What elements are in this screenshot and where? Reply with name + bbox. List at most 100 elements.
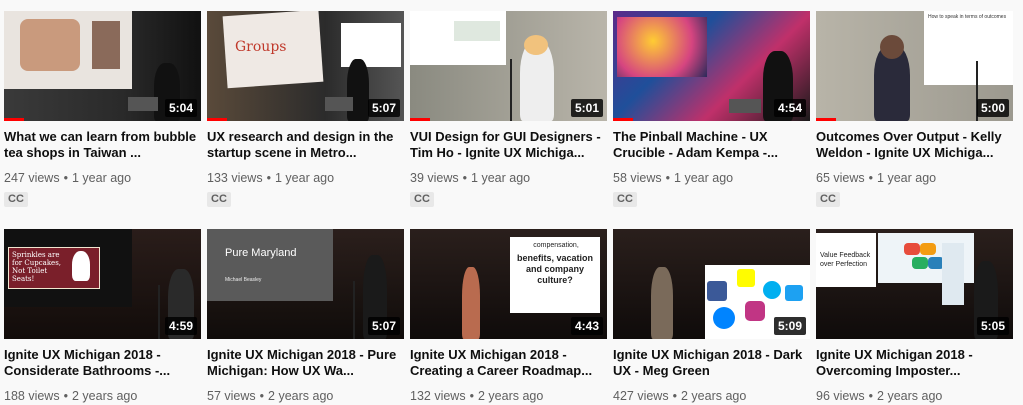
cc-badge: CC bbox=[613, 192, 637, 207]
video-grid: 5:04 What we can learn from bubble tea s… bbox=[0, 0, 1023, 405]
video-card[interactable]: compensation, benefits, vacation and com… bbox=[410, 229, 607, 404]
view-count: 39 views bbox=[410, 171, 459, 185]
video-meta: 57 views • 2 years ago bbox=[207, 388, 404, 404]
view-count: 247 views bbox=[4, 171, 60, 185]
slide-text: How to speak in terms of outcomes bbox=[928, 14, 1007, 20]
meta-separator: • bbox=[665, 171, 671, 185]
video-duration: 4:59 bbox=[164, 317, 197, 335]
video-thumbnail[interactable]: Sprinkles are for Cupcakes, Not Toilet S… bbox=[4, 229, 201, 339]
video-meta: 132 views • 2 years ago bbox=[410, 388, 607, 404]
meta-separator: • bbox=[672, 389, 677, 403]
video-card[interactable]: Sprinkles are for Cupcakes, Not Toilet S… bbox=[4, 229, 201, 404]
cc-badge: CC bbox=[410, 192, 434, 207]
video-meta: 39 views • 1 year ago bbox=[410, 170, 607, 186]
view-count: 57 views bbox=[207, 389, 256, 403]
meta-separator: • bbox=[868, 171, 874, 185]
slide-subtext: Michael Beasley bbox=[225, 277, 262, 283]
view-count: 188 views bbox=[4, 389, 60, 403]
upload-age: 2 years ago bbox=[877, 389, 943, 403]
video-card[interactable]: Value Feedback over Perfection 5:05 Igni… bbox=[816, 229, 1013, 404]
video-meta: 96 views • 2 years ago bbox=[816, 388, 1013, 404]
video-title[interactable]: Ignite UX Michigan 2018 - Overcoming Imp… bbox=[816, 347, 1013, 379]
video-duration: 5:07 bbox=[367, 99, 400, 117]
slide-text: Groups bbox=[235, 39, 287, 55]
video-meta: 188 views • 2 years ago bbox=[4, 388, 201, 404]
video-thumbnail[interactable]: 5:01 bbox=[410, 11, 607, 121]
watch-progress bbox=[816, 118, 836, 121]
upload-age: 1 year ago bbox=[674, 171, 734, 185]
skype-icon bbox=[763, 281, 781, 299]
view-count: 133 views bbox=[207, 171, 263, 185]
video-thumbnail[interactable]: 4:54 bbox=[613, 11, 810, 121]
video-card[interactable]: 4:54 The Pinball Machine - UX Crucible -… bbox=[613, 11, 810, 207]
video-meta: 58 views • 1 year ago bbox=[613, 170, 810, 186]
video-title[interactable]: Ignite UX Michigan 2018 - Creating a Car… bbox=[410, 347, 607, 379]
video-title[interactable]: Ignite UX Michigan 2018 - Dark UX - Meg … bbox=[613, 347, 810, 379]
video-thumbnail[interactable]: compensation, benefits, vacation and com… bbox=[410, 229, 607, 339]
twitter-icon bbox=[785, 285, 803, 301]
slide-text: benefits, vacation and company culture? bbox=[516, 253, 594, 285]
slide-subtext: compensation, bbox=[533, 242, 579, 249]
video-thumbnail[interactable]: Value Feedback over Perfection 5:05 bbox=[816, 229, 1013, 339]
video-card[interactable]: Groups 5:07 UX research and design in th… bbox=[207, 11, 404, 207]
cc-badge: CC bbox=[4, 192, 28, 207]
upload-age: 2 years ago bbox=[477, 389, 544, 403]
upload-age: 2 years ago bbox=[268, 389, 334, 403]
watch-progress bbox=[4, 118, 24, 121]
meta-separator: • bbox=[63, 171, 68, 185]
video-card[interactable]: 5:09 Ignite UX Michigan 2018 - Dark UX -… bbox=[613, 229, 810, 404]
video-meta: 427 views • 2 years ago bbox=[613, 388, 810, 404]
video-duration: 5:04 bbox=[164, 99, 197, 117]
upload-age: 2 years ago bbox=[71, 389, 138, 403]
video-duration: 5:00 bbox=[976, 99, 1009, 117]
cc-badge: CC bbox=[207, 192, 231, 207]
video-thumbnail[interactable]: Groups 5:07 bbox=[207, 11, 404, 121]
meta-separator: • bbox=[259, 389, 265, 403]
messenger-icon bbox=[713, 307, 735, 329]
view-count: 96 views bbox=[816, 389, 865, 403]
upload-age: 1 year ago bbox=[471, 171, 531, 185]
upload-age: 1 year ago bbox=[71, 171, 132, 185]
meta-separator: • bbox=[63, 389, 68, 403]
video-thumbnail[interactable]: Pure Maryland Michael Beasley 5:07 bbox=[207, 229, 404, 339]
video-card[interactable]: How to speak in terms of outcomes 5:00 O… bbox=[816, 11, 1013, 207]
watch-progress bbox=[207, 118, 227, 121]
watch-progress bbox=[613, 118, 633, 121]
video-duration: 5:05 bbox=[976, 317, 1009, 335]
video-meta: 247 views • 1 year ago bbox=[4, 170, 201, 186]
slide-text: Pure Maryland bbox=[225, 247, 297, 259]
video-title[interactable]: What we can learn from bubble tea shops … bbox=[4, 129, 201, 161]
facebook-icon bbox=[707, 281, 727, 301]
view-count: 65 views bbox=[816, 171, 865, 185]
watch-progress bbox=[410, 118, 430, 121]
view-count: 427 views bbox=[613, 389, 669, 403]
video-card[interactable]: 5:04 What we can learn from bubble tea s… bbox=[4, 11, 201, 207]
meta-separator: • bbox=[868, 389, 874, 403]
video-title[interactable]: Outcomes Over Output - Kelly Weldon - Ig… bbox=[816, 129, 1013, 161]
video-meta: 65 views • 1 year ago bbox=[816, 170, 1013, 186]
slide-text: Sprinkles are for Cupcakes, Not Toilet S… bbox=[12, 251, 62, 283]
cc-badge: CC bbox=[816, 192, 840, 207]
upload-age: 2 years ago bbox=[680, 389, 747, 403]
snapchat-icon bbox=[737, 269, 755, 287]
video-title[interactable]: The Pinball Machine - UX Crucible - Adam… bbox=[613, 129, 810, 161]
video-title[interactable]: VUI Design for GUI Designers - Tim Ho - … bbox=[410, 129, 607, 161]
meta-separator: • bbox=[266, 171, 271, 185]
view-count: 58 views bbox=[613, 171, 662, 185]
video-thumbnail[interactable]: 5:09 bbox=[613, 229, 810, 339]
video-title[interactable]: Ignite UX Michigan 2018 - Pure Michigan:… bbox=[207, 347, 404, 379]
video-duration: 5:09 bbox=[773, 317, 806, 335]
video-card[interactable]: Pure Maryland Michael Beasley 5:07 Ignit… bbox=[207, 229, 404, 404]
instagram-icon bbox=[745, 301, 765, 321]
slide-text: Value Feedback over Perfection bbox=[820, 252, 871, 268]
view-count: 132 views bbox=[410, 389, 466, 403]
video-title[interactable]: UX research and design in the startup sc… bbox=[207, 129, 404, 161]
video-meta: 133 views • 1 year ago bbox=[207, 170, 404, 186]
video-thumbnail[interactable]: How to speak in terms of outcomes 5:00 bbox=[816, 11, 1013, 121]
video-title[interactable]: Ignite UX Michigan 2018 - Considerate Ba… bbox=[4, 347, 201, 379]
video-card[interactable]: 5:01 VUI Design for GUI Designers - Tim … bbox=[410, 11, 607, 207]
upload-age: 1 year ago bbox=[877, 171, 937, 185]
video-duration: 4:43 bbox=[570, 317, 603, 335]
video-duration: 5:07 bbox=[367, 317, 400, 335]
video-thumbnail[interactable]: 5:04 bbox=[4, 11, 201, 121]
